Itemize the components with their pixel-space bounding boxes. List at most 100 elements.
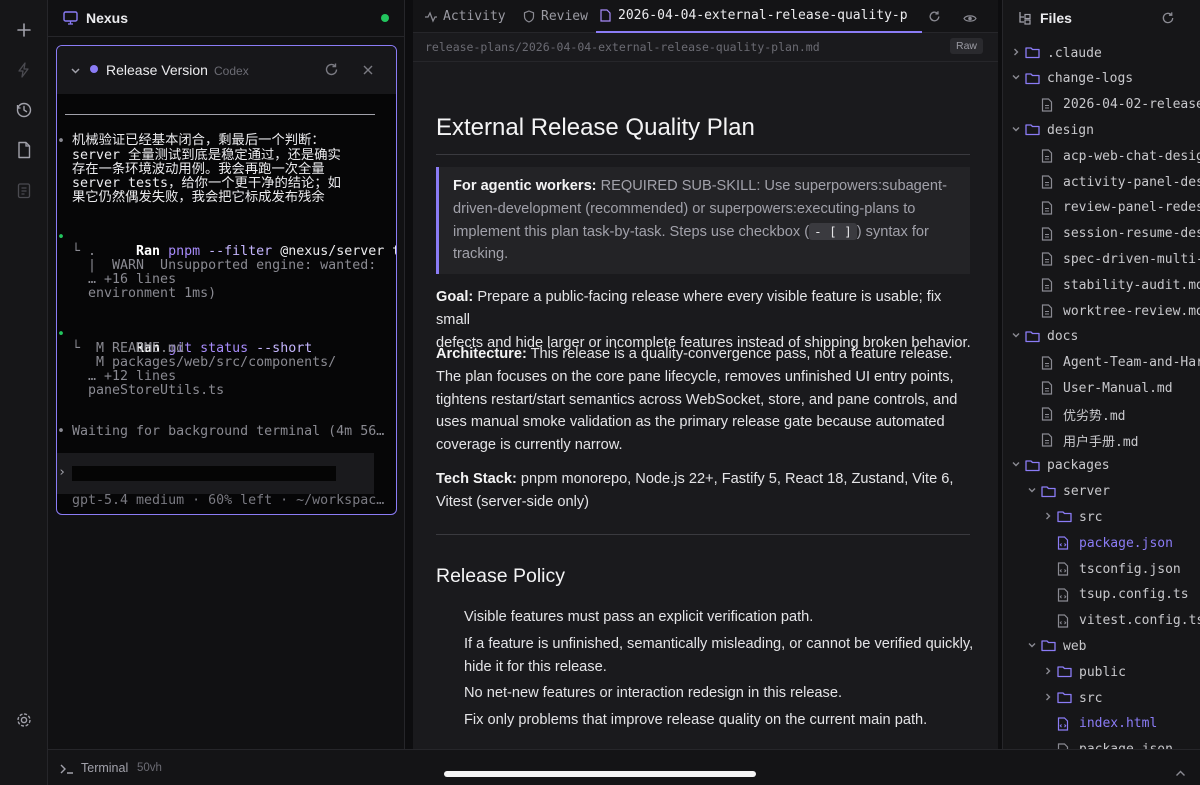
document-file-icon [1041,278,1057,292]
output-line: └ . [72,244,97,259]
tree-item-label: web [1063,638,1087,654]
file-row[interactable]: tsup.config.ts [1043,583,1189,607]
file-row[interactable]: tsconfig.json [1043,557,1181,581]
terminal-label[interactable]: Terminal [81,761,128,775]
chevron-right-icon [1011,47,1025,60]
code-file-icon [1057,717,1073,731]
output-line: … +16 lines [72,272,177,287]
folder-row[interactable]: .claude [1011,41,1102,65]
list-item: If a feature is unfinished, semantically… [464,635,974,652]
collapse-chevron-icon[interactable] [70,63,81,81]
folder-row[interactable]: change-logs [1011,67,1133,91]
file-row[interactable]: User-Manual.md [1027,376,1173,400]
file-row[interactable]: Agent-Team-and-Harne [1027,351,1200,375]
folder-row[interactable]: public [1043,660,1126,684]
folder-row[interactable]: design [1011,118,1094,142]
settings-gear-icon[interactable] [12,708,36,732]
folder-open-icon [1025,459,1041,473]
terminal-size: 50vh [137,762,162,774]
tree-item-label: index.html [1079,716,1158,732]
message-line: server 全量测试到底是稳定通过，还是确实 [72,148,341,163]
clipboard-icon[interactable] [12,178,36,202]
tree-item-label: src [1079,690,1103,706]
ran-label: Ran [136,244,161,259]
tech-stack-label: Tech Stack: [436,471,517,487]
refresh-icon[interactable] [928,10,941,28]
folder-icon [1057,510,1073,524]
raw-button[interactable]: Raw [950,38,984,54]
folder-row[interactable]: src [1043,505,1102,529]
divider-line [65,114,375,115]
refresh-files-icon[interactable] [1161,11,1175,30]
tree-item-label: docs [1047,329,1079,345]
document-file-icon [1041,97,1057,112]
tree-item-label: packages [1047,458,1110,474]
prompt-caret: › [58,465,67,480]
app-title: Nexus [86,10,129,26]
output-line: … +12 lines [72,369,177,384]
tab-activity[interactable]: Activity [424,0,506,33]
tab-file[interactable]: 2026-04-04-external-release-quality-plan [596,0,922,33]
path-bar: release-plans/2026-04-04-external-releas… [413,34,998,62]
architecture-text: The plan focuses on the core pane lifecy… [436,368,954,385]
code-file-icon [1057,536,1073,550]
document-file-icon [1041,355,1057,370]
close-icon[interactable] [362,63,374,81]
file-row[interactable]: review-panel-redesig [1027,196,1200,220]
chevron-right-icon [1043,511,1057,524]
folder-open-icon [1025,330,1041,344]
tree-item-label: Agent-Team-and-Harne [1063,355,1200,371]
terminal-prompt-icon[interactable] [60,762,74,780]
file-path: release-plans/2026-04-04-external-releas… [425,40,820,54]
tree-item-label: public [1079,664,1126,680]
folder-row[interactable]: web [1027,634,1086,658]
cmd-program: pnpm [168,244,201,259]
section-heading: Release Policy [436,565,565,587]
output-line: environment 1ms) [72,286,217,301]
folder-open-icon [1025,72,1041,86]
lightning-icon[interactable] [12,58,36,82]
file-tab-icon [600,9,611,22]
file-icon[interactable] [12,138,36,162]
prompt-input[interactable] [72,466,336,481]
file-row[interactable]: package.json [1043,531,1173,555]
folder-row[interactable]: packages [1011,454,1110,478]
folder-row[interactable]: docs [1011,325,1078,349]
chevron-up-icon[interactable] [1175,764,1186,782]
chevron-right-icon [1043,666,1057,679]
tree-item-label: spec-driven-multi-ag [1063,251,1200,267]
message-line: 机械验证已经基本闭合，剩最后一个判断： [72,133,325,148]
file-row[interactable]: package.json [1043,738,1173,749]
file-row[interactable]: session-resume-desig [1027,222,1200,246]
file-row[interactable]: vitest.config.ts [1043,609,1200,633]
bullet-dot: • [57,134,66,149]
folder-row[interactable]: server [1027,480,1110,504]
file-row[interactable]: 优劣势.md [1027,402,1125,426]
file-row[interactable]: acp-web-chat-design. [1027,144,1200,168]
file-row[interactable]: worktree-review.md [1027,299,1200,323]
waiting-status: Waiting for background terminal (4m 56… [72,424,385,439]
session-status-dot [90,65,98,73]
file-row[interactable]: index.html [1043,712,1157,736]
session-title: Release Version [106,62,208,78]
architecture-text: This release is a quality-convergence pa… [530,346,953,362]
tree-item-label: src [1079,509,1103,525]
file-row[interactable]: activity-panel-desig [1027,170,1200,194]
eye-icon[interactable] [963,11,977,29]
file-row[interactable]: spec-driven-multi-ag [1027,247,1200,271]
document-file-icon [1041,304,1057,318]
file-row[interactable]: 2026-04-02-release-s [1027,93,1200,117]
architecture-paragraph: Architecture: This release is a quality-… [436,343,976,457]
tab-review[interactable]: Review [523,0,588,33]
shield-icon [523,10,535,23]
activity-icon [425,10,437,23]
prompt-area[interactable]: › [57,453,374,494]
tree-item-label: change-logs [1047,71,1134,87]
file-row[interactable]: 用户手册.md [1027,428,1138,452]
restart-icon[interactable] [324,62,339,82]
folder-row[interactable]: src [1043,686,1102,710]
tech-stack-text: pnpm monorepo, Node.js 22+, Fastify 5, R… [520,471,954,487]
new-session-icon[interactable] [12,18,36,42]
history-icon[interactable] [12,98,36,122]
file-row[interactable]: stability-audit.md [1027,273,1200,297]
